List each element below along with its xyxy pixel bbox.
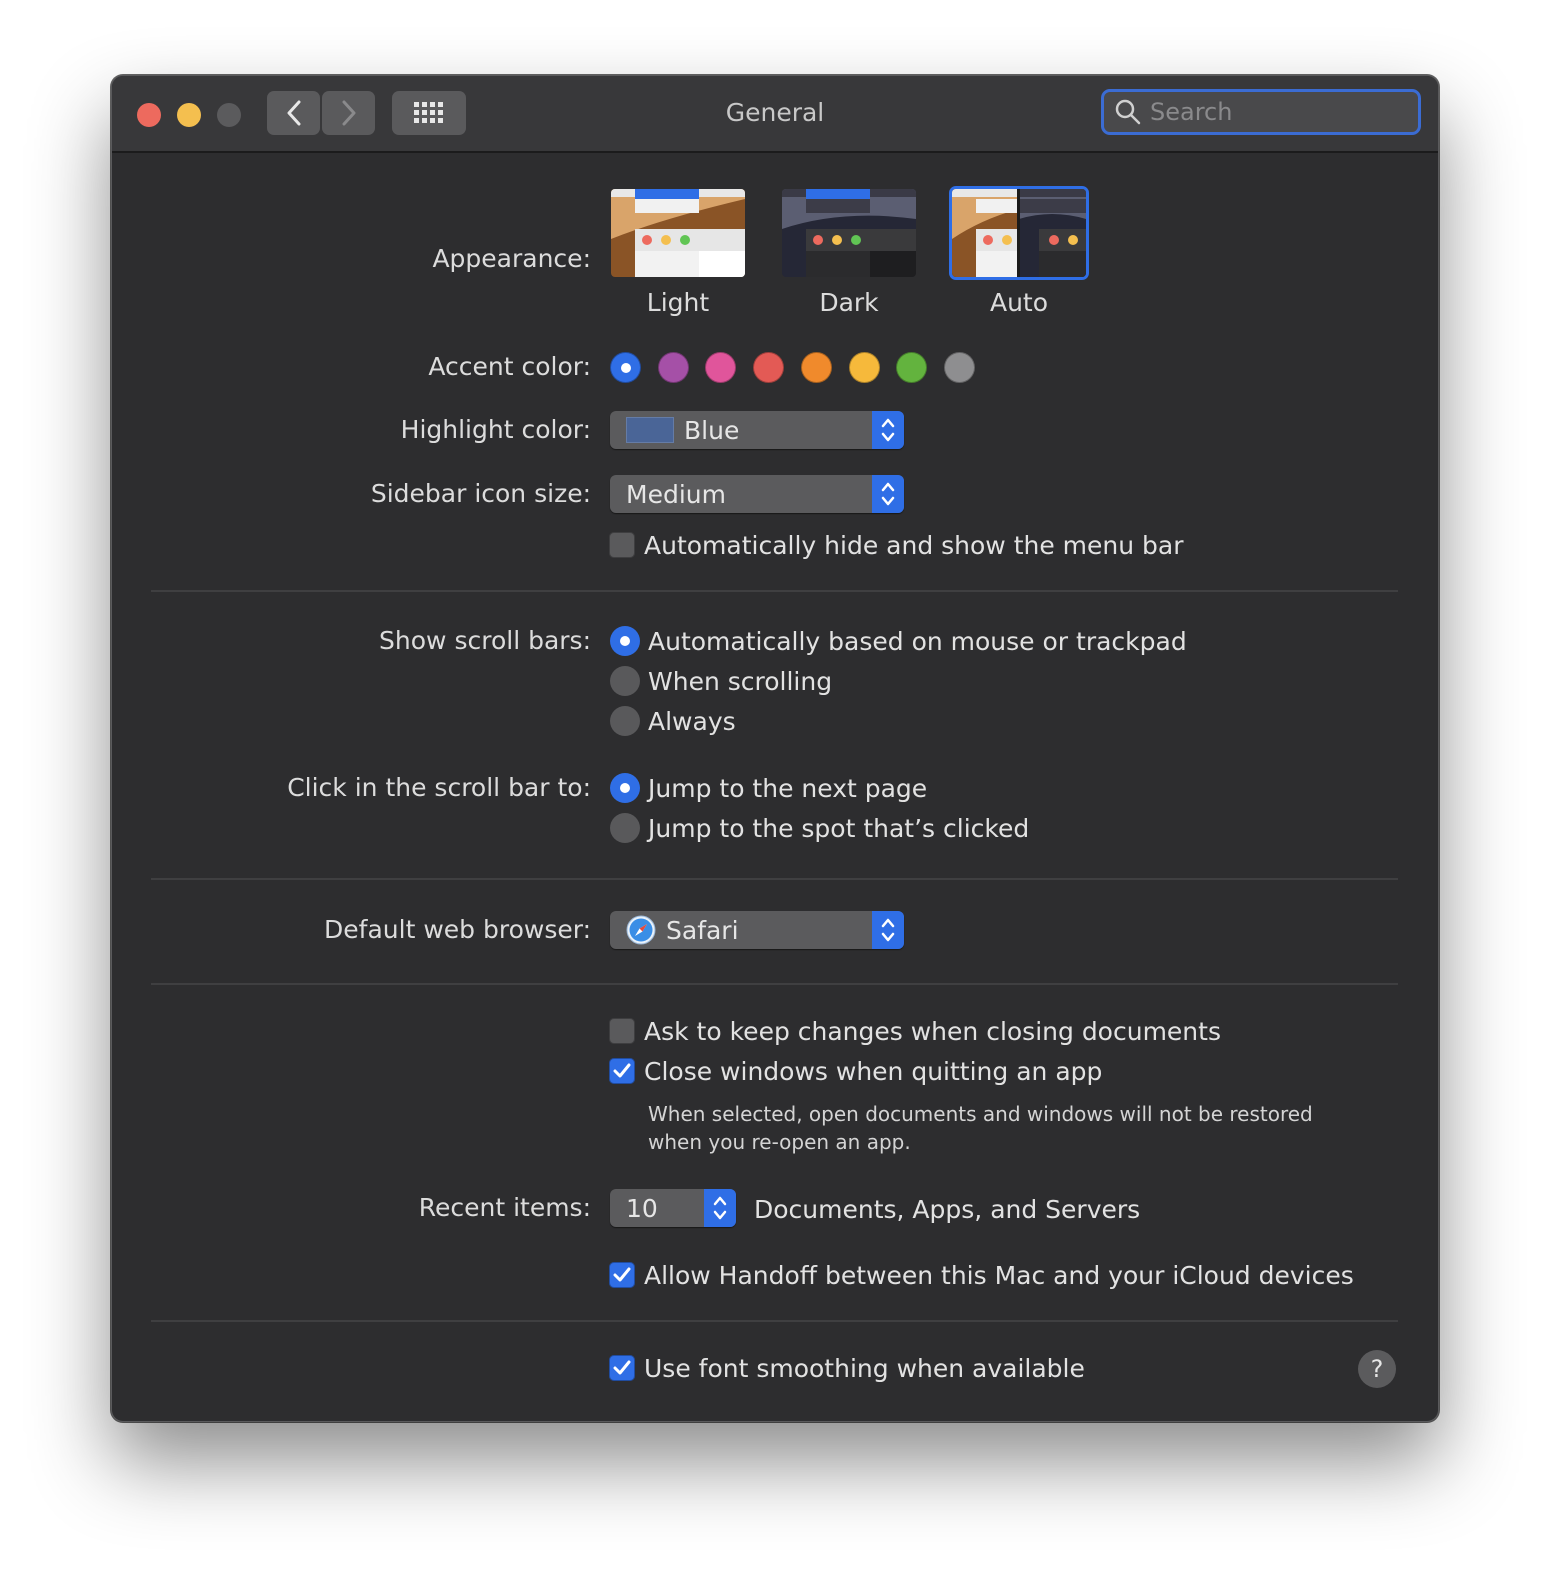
default-browser-value: Safari	[666, 915, 739, 945]
ask-keep-changes-checkbox[interactable]	[609, 1018, 635, 1044]
highlight-color-label: Highlight color:	[400, 415, 591, 444]
appearance-auto-thumbnail[interactable]	[949, 186, 1089, 280]
show-scroll-bars-label: Show scroll bars:	[379, 626, 591, 655]
checkmark-icon	[613, 1360, 631, 1375]
divider	[151, 590, 1398, 592]
scroll-bars-auto-radio[interactable]	[610, 626, 640, 656]
highlight-color-value: Blue	[684, 415, 740, 445]
recent-items-stepper[interactable]	[704, 1189, 736, 1227]
scroll-bars-always-label: Always	[648, 707, 736, 736]
title-bar: General	[112, 76, 1438, 153]
checkmark-icon	[613, 1063, 631, 1078]
accent-color-swatch[interactable]	[848, 352, 880, 383]
default-browser-label: Default web browser:	[324, 915, 591, 944]
default-browser-popup[interactable]: Safari	[610, 911, 904, 949]
click-next-page-radio[interactable]	[610, 773, 640, 803]
click-scroll-bar-label: Click in the scroll bar to:	[287, 773, 591, 802]
highlight-color-popup[interactable]: Blue	[610, 411, 904, 449]
recent-items-suffix: Documents, Apps, and Servers	[754, 1195, 1141, 1224]
selected-indicator	[620, 362, 631, 373]
sidebar-icon-size-value: Medium	[626, 479, 726, 509]
light-appearance-preview	[611, 189, 745, 277]
close-windows-note: When selected, open documents and window…	[648, 1102, 1313, 1154]
appearance-light-thumbnail[interactable]	[608, 186, 748, 280]
divider	[151, 878, 1398, 880]
accent-color-swatch[interactable]	[705, 352, 737, 383]
divider	[151, 1320, 1398, 1322]
up-down-chevron-icon	[881, 418, 895, 442]
scroll-bars-auto-label: Automatically based on mouse or trackpad	[648, 627, 1187, 656]
sidebar-icon-size-label: Sidebar icon size:	[370, 479, 591, 508]
recent-items-label: Recent items:	[418, 1193, 591, 1222]
close-windows-label: Close windows when quitting an app	[644, 1057, 1103, 1086]
checkmark-icon	[613, 1267, 631, 1282]
up-down-chevron-icon	[881, 482, 895, 506]
appearance-auto-label: Auto	[989, 288, 1049, 317]
help-button[interactable]: ?	[1358, 1350, 1396, 1388]
sidebar-icon-size-popup[interactable]: Medium	[610, 475, 904, 513]
scroll-bars-when-scrolling-radio[interactable]	[610, 666, 640, 696]
click-spot-label: Jump to the spot that’s clicked	[648, 814, 1030, 843]
accent-color-swatch[interactable]	[800, 352, 832, 383]
font-smoothing-label: Use font smoothing when available	[644, 1354, 1085, 1383]
font-smoothing-checkbox[interactable]	[609, 1355, 635, 1381]
divider	[151, 983, 1398, 985]
menubar-autohide-checkbox[interactable]	[609, 532, 635, 558]
recent-items-value: 10	[626, 1193, 658, 1223]
up-down-chevron-icon	[713, 1196, 727, 1220]
menubar-autohide-label: Automatically hide and show the menu bar	[644, 531, 1184, 560]
click-next-page-label: Jump to the next page	[648, 774, 928, 803]
accent-color-swatch[interactable]	[896, 352, 928, 383]
appearance-label: Appearance:	[432, 244, 591, 273]
accent-color-swatch[interactable]	[753, 352, 785, 383]
accent-color-swatch[interactable]	[943, 352, 975, 383]
appearance-dark-option[interactable]	[779, 186, 919, 280]
highlight-color-swatch	[626, 417, 674, 443]
close-windows-checkbox[interactable]	[609, 1058, 635, 1084]
highlight-color-stepper[interactable]	[872, 411, 904, 449]
handoff-label: Allow Handoff between this Mac and your …	[644, 1261, 1354, 1290]
auto-appearance-preview	[952, 189, 1086, 277]
click-spot-radio[interactable]	[610, 813, 640, 843]
ask-keep-changes-label: Ask to keep changes when closing documen…	[644, 1017, 1221, 1046]
scroll-bars-always-radio[interactable]	[610, 706, 640, 736]
up-down-chevron-icon	[881, 918, 895, 942]
search-input[interactable]	[1148, 97, 1412, 127]
default-browser-stepper[interactable]	[872, 911, 904, 949]
preferences-window: General Appearance:	[111, 75, 1439, 1422]
sidebar-icon-size-stepper[interactable]	[872, 475, 904, 513]
accent-color-swatch[interactable]	[657, 352, 689, 383]
appearance-light-label: Light	[646, 288, 710, 317]
search-icon	[1115, 99, 1141, 125]
accent-color-swatch[interactable]	[610, 352, 641, 383]
help-icon: ?	[1370, 1355, 1384, 1383]
appearance-auto-option[interactable]	[949, 186, 1089, 280]
recent-items-popup[interactable]: 10	[610, 1189, 736, 1227]
safari-icon	[626, 915, 656, 945]
search-field[interactable]	[1101, 89, 1421, 135]
appearance-dark-label: Dark	[819, 288, 879, 317]
handoff-checkbox[interactable]	[609, 1262, 635, 1288]
dark-appearance-preview	[782, 189, 916, 277]
appearance-light-option[interactable]	[608, 186, 748, 280]
accent-color-label: Accent color:	[428, 352, 591, 381]
scroll-bars-when-scrolling-label: When scrolling	[648, 667, 833, 696]
appearance-dark-thumbnail[interactable]	[779, 186, 919, 280]
